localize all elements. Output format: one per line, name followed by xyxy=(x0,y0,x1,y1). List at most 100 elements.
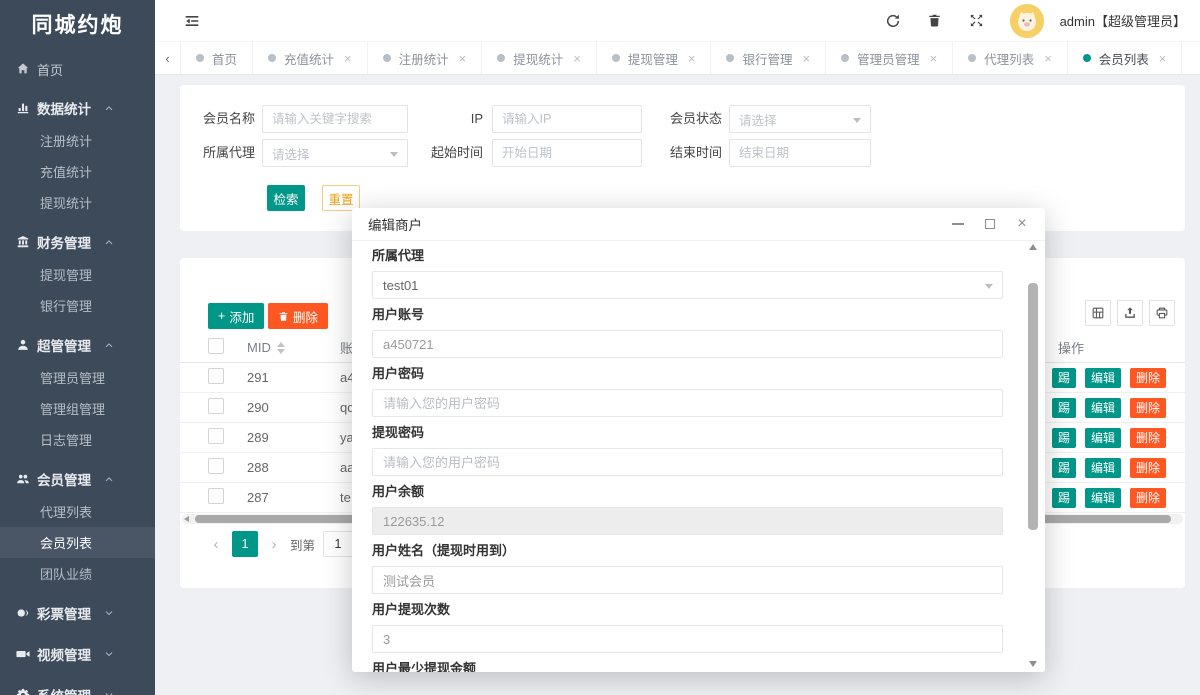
tab-admin-manage[interactable]: 管理员管理× xyxy=(826,42,953,74)
sidebar-item-member-list[interactable]: 会员列表 xyxy=(0,527,155,558)
prev-page-icon[interactable]: ‹ xyxy=(208,536,224,553)
kick-button[interactable]: 踢 xyxy=(1052,488,1076,508)
delete-row-button[interactable]: 删除 xyxy=(1130,428,1166,448)
tab-home[interactable]: 首页 xyxy=(181,42,253,74)
tab-withdraw-stats[interactable]: 提现统计× xyxy=(482,42,597,74)
pagination: ‹ 1 › 到第 页 xyxy=(208,531,374,557)
end-date-input[interactable] xyxy=(729,139,871,167)
delete-row-button[interactable]: 删除 xyxy=(1130,368,1166,388)
member-status-select[interactable]: 请选择 xyxy=(729,105,871,133)
row-checkbox[interactable] xyxy=(208,488,224,504)
trash-icon[interactable] xyxy=(926,12,944,30)
close-icon[interactable]: × xyxy=(688,51,696,66)
realname-input[interactable] xyxy=(372,566,1003,594)
tab-withdraw-manage[interactable]: 提现管理× xyxy=(597,42,712,74)
close-icon[interactable]: × xyxy=(344,51,352,66)
tab-recharge-stats[interactable]: 充值统计× xyxy=(253,42,368,74)
sidebar-item-team-performance[interactable]: 团队业绩 xyxy=(0,558,155,589)
start-date-input[interactable] xyxy=(492,139,642,167)
close-icon[interactable]: × xyxy=(1044,51,1052,66)
next-page-icon[interactable]: › xyxy=(266,536,282,553)
sidebar-group-members[interactable]: 会员管理 xyxy=(0,461,155,496)
tab-register-stats[interactable]: 注册统计× xyxy=(368,42,483,74)
mid-column-header[interactable]: MID xyxy=(247,340,340,355)
close-icon[interactable]: × xyxy=(459,51,467,66)
export-icon[interactable] xyxy=(1117,300,1143,326)
kick-button[interactable]: 踢 xyxy=(1052,368,1076,388)
delete-button[interactable]: 删除 xyxy=(268,303,328,329)
select-all-checkbox[interactable] xyxy=(208,338,224,354)
sidebar-item-home[interactable]: 首页 xyxy=(0,54,155,84)
modal-scrollbar[interactable] xyxy=(1028,244,1038,667)
admin-label[interactable]: admin【超级管理员】 xyxy=(1060,11,1186,30)
close-icon[interactable]: × xyxy=(1015,217,1029,231)
sidebar-item-withdraw-stats[interactable]: 提现统计 xyxy=(0,187,155,218)
search-button[interactable]: 检索 xyxy=(267,185,305,211)
print-icon[interactable] xyxy=(1149,300,1175,326)
account-input[interactable] xyxy=(372,330,1003,358)
sidebar-item-agent-list[interactable]: 代理列表 xyxy=(0,496,155,527)
delete-row-button[interactable]: 删除 xyxy=(1130,458,1166,478)
sidebar-group-lottery[interactable]: 彩票管理 xyxy=(0,595,155,630)
kick-button[interactable]: 踢 xyxy=(1052,398,1076,418)
sidebar-item-admin-group-manage[interactable]: 管理组管理 xyxy=(0,393,155,424)
scroll-down-icon[interactable] xyxy=(1029,661,1037,667)
modal-scrollbar-thumb[interactable] xyxy=(1028,283,1038,530)
avatar[interactable] xyxy=(1010,4,1044,38)
edit-button[interactable]: 编辑 xyxy=(1085,428,1121,448)
row-checkbox[interactable] xyxy=(208,398,224,414)
sidebar-item-log-manage[interactable]: 日志管理 xyxy=(0,424,155,455)
close-icon[interactable]: × xyxy=(1159,51,1167,66)
delete-row-button[interactable]: 删除 xyxy=(1130,398,1166,418)
close-icon[interactable]: × xyxy=(930,51,938,66)
row-checkbox[interactable] xyxy=(208,458,224,474)
edit-button[interactable]: 编辑 xyxy=(1085,488,1121,508)
sidebar-item-admin-manage[interactable]: 管理员管理 xyxy=(0,362,155,393)
sidebar-group-video[interactable]: 视频管理 xyxy=(0,636,155,671)
current-page[interactable]: 1 xyxy=(232,531,258,557)
kick-button[interactable]: 踢 xyxy=(1052,458,1076,478)
minimize-icon[interactable] xyxy=(951,217,965,231)
agent-select[interactable]: 请选择 xyxy=(262,139,408,167)
tabs-scroll-left-icon[interactable]: ‹ xyxy=(155,42,181,74)
ip-input[interactable] xyxy=(492,105,642,133)
tab-member-list[interactable]: 会员列表× xyxy=(1068,42,1183,74)
close-icon[interactable]: × xyxy=(802,51,810,66)
goto-page-input[interactable] xyxy=(323,531,353,557)
ip-label: IP xyxy=(413,105,483,133)
fullscreen-icon[interactable] xyxy=(968,12,986,30)
edit-button[interactable]: 编辑 xyxy=(1085,458,1121,478)
edit-button[interactable]: 编辑 xyxy=(1085,398,1121,418)
close-icon[interactable]: × xyxy=(573,51,581,66)
add-button[interactable]: +添加 xyxy=(208,303,264,329)
kick-button[interactable]: 踢 xyxy=(1052,428,1076,448)
row-checkbox[interactable] xyxy=(208,428,224,444)
sort-icon[interactable] xyxy=(277,342,285,354)
withdraw-password-input[interactable] xyxy=(372,448,1003,476)
refresh-icon[interactable] xyxy=(884,12,902,30)
home-icon xyxy=(16,62,30,76)
scroll-left-icon[interactable] xyxy=(184,516,189,522)
sidebar-group-data-stats[interactable]: 数据统计 xyxy=(0,90,155,125)
sidebar-group-superadmin[interactable]: 超管管理 xyxy=(0,327,155,362)
password-input[interactable] xyxy=(372,389,1003,417)
edit-button[interactable]: 编辑 xyxy=(1085,368,1121,388)
sidebar-item-bank-manage[interactable]: 银行管理 xyxy=(0,290,155,321)
agent-select[interactable]: test01 xyxy=(372,271,1003,299)
tab-bank-manage[interactable]: 银行管理× xyxy=(711,42,826,74)
mid-header-label: MID xyxy=(247,340,271,355)
sidebar-group-system[interactable]: 系统管理 xyxy=(0,677,155,695)
collapse-menu-icon[interactable] xyxy=(183,12,201,30)
scroll-up-icon[interactable] xyxy=(1029,244,1037,250)
filter-columns-icon[interactable] xyxy=(1085,300,1111,326)
row-checkbox[interactable] xyxy=(208,368,224,384)
delete-row-button[interactable]: 删除 xyxy=(1130,488,1166,508)
tab-agent-list[interactable]: 代理列表× xyxy=(953,42,1068,74)
sidebar-group-finance[interactable]: 财务管理 xyxy=(0,224,155,259)
maximize-icon[interactable] xyxy=(983,217,997,231)
member-name-input[interactable] xyxy=(262,105,408,133)
sidebar-item-register-stats[interactable]: 注册统计 xyxy=(0,125,155,156)
sidebar-item-withdraw-manage[interactable]: 提现管理 xyxy=(0,259,155,290)
withdraw-count-input[interactable] xyxy=(372,625,1003,653)
sidebar-item-recharge-stats[interactable]: 充值统计 xyxy=(0,156,155,187)
